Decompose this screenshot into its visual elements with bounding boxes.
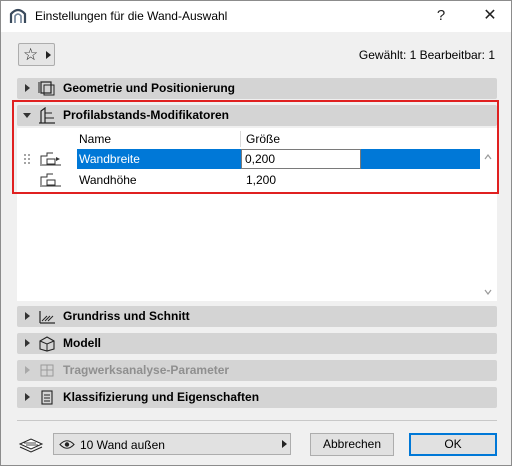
annotation-highlight-frame	[12, 100, 499, 194]
chevron-right-icon	[46, 51, 51, 59]
favorites-button[interactable]: ☆	[18, 43, 55, 66]
expand-arrow-icon	[25, 312, 30, 320]
chevron-right-icon	[282, 440, 287, 448]
ok-button[interactable]: OK	[409, 433, 497, 456]
panel-floorplan-header[interactable]: Grundriss und Schnitt	[17, 306, 497, 327]
dialog-window: Einstellungen für die Wand-Auswahl ? ✕ ☆…	[0, 0, 512, 466]
panel-geometry-header[interactable]: Geometrie und Positionierung	[17, 78, 497, 99]
structural-analysis-icon	[40, 364, 54, 377]
panel-geometry-label: Geometrie und Positionierung	[63, 81, 236, 95]
expand-arrow-icon	[25, 339, 30, 347]
selection-info: Gewählt: 1 Bearbeitbar: 1	[358, 48, 495, 62]
expand-arrow-icon	[25, 393, 30, 401]
layer-dropdown-value: 10 Wand außen	[80, 438, 165, 452]
layer-icon	[18, 438, 44, 453]
panel-model-header[interactable]: Modell	[17, 333, 497, 354]
geometry-icon	[38, 81, 55, 96]
help-button[interactable]: ?	[427, 1, 455, 31]
layer-dropdown[interactable]: 10 Wand außen	[53, 433, 291, 455]
footer-separator	[17, 420, 497, 421]
title-bar: Einstellungen für die Wand-Auswahl ? ✕	[1, 1, 511, 32]
star-icon: ☆	[23, 45, 39, 64]
expand-arrow-icon	[25, 366, 30, 374]
cancel-button[interactable]: Abbrechen	[310, 433, 394, 456]
close-button[interactable]: ✕	[475, 1, 505, 31]
panel-model-label: Modell	[63, 336, 101, 350]
window-title: Einstellungen für die Wand-Auswahl	[35, 9, 228, 23]
panel-floorplan-label: Grundriss und Schnitt	[63, 309, 190, 323]
expand-arrow-icon	[25, 84, 30, 92]
classification-icon	[41, 390, 53, 405]
panel-structural-analysis-header: Tragwerksanalyse-Parameter	[17, 360, 497, 381]
archicad-app-icon	[9, 8, 27, 23]
panel-structural-analysis-label: Tragwerksanalyse-Parameter	[63, 363, 230, 377]
panel-classification-label: Klassifizierung und Eigenschaften	[63, 390, 260, 404]
floorplan-section-icon	[39, 311, 55, 324]
eye-icon	[59, 440, 75, 449]
model-icon	[39, 336, 55, 352]
scroll-down-icon[interactable]	[484, 289, 492, 295]
panel-classification-header[interactable]: Klassifizierung und Eigenschaften	[17, 387, 497, 408]
